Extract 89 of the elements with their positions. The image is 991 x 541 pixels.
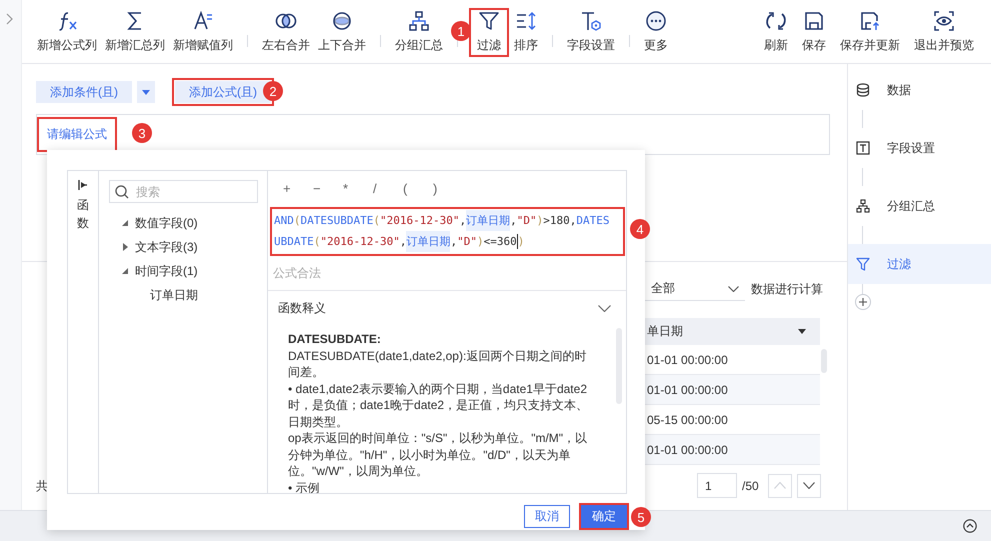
add-button[interactable]: 添加条件(且)	[36, 81, 132, 103]
toolbar-button[interactable]: 字段设置	[564, 8, 618, 57]
save-upload-icon	[859, 10, 881, 32]
toolbar-button[interactable]: 过滤	[469, 8, 509, 57]
collapse-button[interactable]	[963, 519, 977, 533]
function-tab[interactable]: 函数	[77, 180, 89, 232]
toolbar-button[interactable]: 新增赋值列	[170, 8, 236, 57]
sort-caret-icon	[798, 329, 806, 334]
filter-icon	[478, 10, 500, 32]
step-item[interactable]: 数据	[848, 70, 991, 110]
total-label: 共	[36, 478, 48, 495]
toolbar-button[interactable]: 分组汇总	[392, 8, 446, 57]
expand-panel-icon	[78, 180, 88, 190]
text-field-icon	[856, 141, 870, 155]
step-number-badge: 2	[263, 81, 283, 101]
confirm-button[interactable]: 确定	[581, 505, 627, 528]
next-page-button[interactable]	[796, 474, 821, 498]
description-text: • date1,date2表示要输入的两个日期，当date1早于date2时，是负值；date1晚于date2，是正值，均只支持文本、日期类型。	[288, 380, 590, 430]
step-number-badge: 3	[132, 123, 152, 143]
chevron-down-icon	[802, 482, 815, 489]
column-header[interactable]: 单日期	[645, 318, 820, 345]
tree-node[interactable]: 时间字段(1)	[109, 259, 198, 283]
step-number-badge: 1	[451, 21, 471, 41]
step-item[interactable]: 字段设置	[848, 128, 991, 168]
assign-icon	[192, 10, 214, 32]
stacked-circle-icon	[331, 10, 353, 32]
hierarchy-icon	[856, 199, 870, 213]
edit-formula-link[interactable]: 请编辑公式	[37, 117, 117, 152]
toolbar-button[interactable]: 保存	[799, 8, 829, 57]
toolbar-button[interactable]: 排序	[511, 8, 541, 57]
toolbar-button[interactable]: 刷新	[761, 8, 791, 57]
step-item[interactable]: 过滤	[848, 244, 991, 284]
add-step-button[interactable]	[855, 294, 871, 310]
chevron-up-circle-icon	[963, 519, 977, 533]
search-field[interactable]: 搜索	[109, 180, 258, 203]
filter-icon	[856, 257, 870, 271]
field-item[interactable]: 订单日期	[109, 283, 198, 307]
step-number-badge: 4	[630, 219, 650, 239]
operator-button[interactable]: /	[373, 181, 403, 196]
calculation-label: 数据进行计算	[751, 280, 823, 298]
collapsed-caret-icon	[121, 243, 129, 251]
expanded-caret-icon	[121, 267, 129, 275]
preview-eye-icon	[933, 10, 955, 32]
description-text: DATESUBDATE(date1,date2,op):返回两个日期之间的时间差。	[288, 348, 588, 380]
formula-editor[interactable]: AND(DATESUBDATE("2016-12-30",订单日期,"D")>180,DATES UBDATE("2016-12-30",订单日期,"D")<=360)	[270, 207, 625, 256]
description-text: op表示返回的时间单位："s/S"，以秒为单位。"m/M"，以分钟为单位。"h/H"，以小时为单位。"d/D"，以天为单位。"w/W"，以周为单位。	[288, 430, 588, 480]
description-text: • 示例	[288, 480, 321, 493]
plus-icon	[859, 298, 867, 306]
expand-sidebar-button[interactable]	[6, 13, 13, 25]
refresh-icon	[765, 10, 787, 32]
toolbar-button[interactable]: 上下合并	[315, 8, 369, 57]
operator-button[interactable]: )	[433, 181, 463, 196]
toolbar-button[interactable]: 更多	[641, 8, 671, 57]
page-total: /50	[742, 478, 759, 492]
toolbar-button[interactable]: 左右合并	[259, 8, 313, 57]
hierarchy-icon	[408, 10, 430, 32]
step-item[interactable]: 分组汇总	[848, 186, 991, 226]
cancel-button[interactable]: 取消	[524, 505, 570, 528]
dropdown-button[interactable]	[137, 81, 155, 103]
page-input[interactable]: 1	[697, 473, 737, 498]
add-button[interactable]: 添加公式(且)	[175, 81, 271, 103]
operator-button[interactable]: −	[313, 181, 343, 196]
chevron-up-icon	[774, 482, 786, 489]
scrollbar-thumb	[821, 349, 827, 373]
validation-status: 公式合法	[273, 264, 321, 282]
tree-node[interactable]: 数值字段(0)	[109, 211, 198, 235]
toolbar-button[interactable]: 新增公式列	[34, 8, 100, 57]
chevron-down-icon	[598, 304, 611, 312]
operator-button[interactable]: *	[343, 181, 373, 196]
toolbar-button[interactable]: 退出并预览	[911, 8, 977, 57]
toolbar-button[interactable]: 新增汇总列	[102, 8, 168, 57]
help-header[interactable]: 函数释义	[268, 291, 626, 325]
expanded-caret-icon	[121, 219, 129, 227]
function-name: DATESUBDATE:	[288, 331, 382, 348]
caret-icon	[142, 90, 150, 94]
operator-button[interactable]: (	[403, 181, 433, 196]
tree-node[interactable]: 文本字段(3)	[109, 235, 198, 259]
table-cell: 01-01 00:00:00	[645, 435, 820, 465]
chevron-right-icon	[6, 13, 13, 25]
more-icon	[645, 10, 667, 32]
chevron-down-icon	[728, 286, 739, 292]
operator-button[interactable]: +	[283, 181, 313, 196]
table-cell: 01-01 00:00:00	[645, 375, 820, 405]
field-settings-icon	[580, 10, 602, 32]
database-icon	[856, 83, 870, 97]
search-icon	[115, 185, 129, 199]
save-icon	[803, 10, 825, 32]
sort-icon	[515, 10, 537, 32]
toolbar-button[interactable]: 保存并更新	[837, 8, 903, 57]
